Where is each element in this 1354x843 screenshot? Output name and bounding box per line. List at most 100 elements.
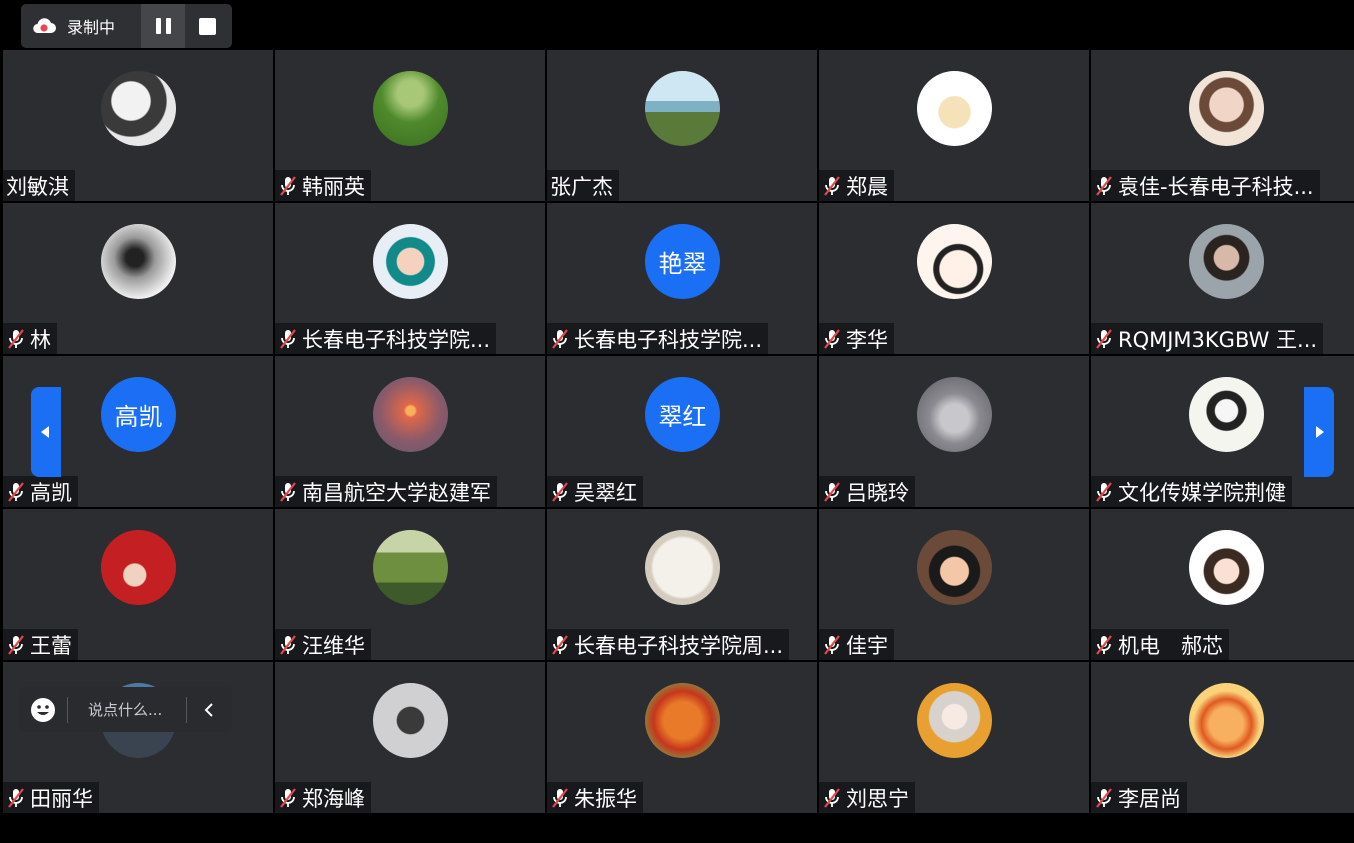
participant-tile[interactable]: 机电 郝芯 (1091, 509, 1354, 660)
avatar: 高凯 (101, 377, 176, 452)
participant-name: 王蕾 (30, 633, 72, 658)
name-tag: 汪维华 (275, 629, 371, 660)
participant-tile[interactable]: 朱振华 (547, 662, 817, 813)
avatar (373, 683, 448, 758)
name-tag: 长春电子科技学院周... (547, 629, 790, 660)
mic-muted-icon (5, 327, 27, 351)
avatar (917, 377, 992, 452)
participant-name: 长春电子科技学院... (302, 327, 491, 352)
name-tag: 刘思宁 (819, 782, 915, 813)
participant-tile[interactable]: 李居尚 (1091, 662, 1354, 813)
name-tag: 李华 (819, 323, 894, 354)
mic-muted-icon (1093, 480, 1115, 504)
participant-name: 南昌航空大学赵建军 (302, 480, 491, 505)
participant-name: 李居尚 (1118, 786, 1181, 811)
emoji-button[interactable] (19, 697, 67, 723)
avatar: 翠红 (645, 377, 720, 452)
participant-tile[interactable]: RQMJM3KGBW 王... (1091, 203, 1354, 354)
mic-muted-icon (1093, 174, 1115, 198)
participant-tile[interactable]: 林 (3, 203, 273, 354)
arrow-right-icon (1316, 426, 1324, 438)
participant-tile[interactable]: 长春电子科技学院周... (547, 509, 817, 660)
name-tag: 文化传媒学院荆健 (1091, 476, 1292, 507)
chat-input[interactable]: 说点什么... (68, 699, 186, 720)
participant-name: 韩丽英 (302, 174, 365, 199)
participant-tile[interactable]: 袁佳-长春电子科技... (1091, 50, 1354, 201)
participant-tile[interactable]: 李华 (819, 203, 1089, 354)
mic-muted-icon (1093, 633, 1115, 657)
participant-tile[interactable]: 韩丽英 (275, 50, 545, 201)
avatar (645, 530, 720, 605)
mic-muted-icon (549, 633, 571, 657)
next-page-button[interactable] (1304, 387, 1334, 477)
participant-tile[interactable]: 翠红 吴翠红 (547, 356, 817, 507)
participant-tile[interactable]: 王蕾 (3, 509, 273, 660)
participant-tile[interactable]: 刘思宁 (819, 662, 1089, 813)
participant-name: 郑海峰 (302, 786, 365, 811)
chat-bar: 说点什么... (19, 687, 232, 732)
mic-muted-icon (5, 480, 27, 504)
participant-tile[interactable]: 吕晓玲 (819, 356, 1089, 507)
participant-name: 刘思宁 (846, 786, 909, 811)
name-tag: RQMJM3KGBW 王... (1091, 323, 1324, 354)
name-tag: 郑晨 (819, 170, 894, 201)
avatar (373, 530, 448, 605)
name-tag: 刘敏淇 (3, 170, 75, 201)
avatar (101, 71, 176, 146)
participant-name: 机电 郝芯 (1118, 633, 1223, 658)
recording-status: 录制中 (67, 18, 116, 37)
mic-muted-icon (821, 174, 843, 198)
participant-tile[interactable]: 佳宇 (819, 509, 1089, 660)
participant-tile[interactable]: 汪维华 (275, 509, 545, 660)
stop-icon (198, 17, 216, 35)
avatar (1189, 683, 1264, 758)
participant-tile[interactable]: 南昌航空大学赵建军 (275, 356, 545, 507)
mic-muted-icon (821, 327, 843, 351)
participant-tile[interactable]: 郑晨 (819, 50, 1089, 201)
participant-name: 林 (30, 327, 51, 352)
mic-muted-icon (277, 327, 299, 351)
name-tag: 张广杰 (547, 170, 619, 201)
participant-tile[interactable]: 艳翠 长春电子科技学院... (547, 203, 817, 354)
participant-name: 佳宇 (846, 633, 888, 658)
avatar (917, 530, 992, 605)
name-tag: 南昌航空大学赵建军 (275, 476, 497, 507)
participant-tile[interactable]: 长春电子科技学院... (275, 203, 545, 354)
avatar (101, 224, 176, 299)
participant-tile[interactable]: 郑海峰 (275, 662, 545, 813)
mic-muted-icon (277, 174, 299, 198)
name-tag: 长春电子科技学院... (275, 323, 497, 354)
recording-bar: 录制中 (21, 4, 232, 48)
collapse-chat-button[interactable] (187, 702, 231, 718)
stop-recording-button[interactable] (185, 4, 229, 48)
mic-muted-icon (1093, 327, 1115, 351)
participant-tile[interactable]: 张广杰 (547, 50, 817, 201)
avatar (917, 71, 992, 146)
avatar (1189, 377, 1264, 452)
avatar (645, 683, 720, 758)
participant-name: 长春电子科技学院周... (574, 633, 784, 658)
participant-name: 吴翠红 (574, 480, 637, 505)
avatar (373, 377, 448, 452)
emoji-icon (31, 697, 55, 722)
participant-tile[interactable]: 刘敏淇 (3, 50, 273, 201)
mic-muted-icon (277, 480, 299, 504)
arrow-left-icon (41, 426, 49, 438)
participant-name: 袁佳-长春电子科技... (1118, 174, 1314, 199)
pause-recording-button[interactable] (141, 4, 185, 48)
mic-muted-icon (821, 633, 843, 657)
mic-muted-icon (821, 480, 843, 504)
name-tag: 韩丽英 (275, 170, 371, 201)
avatar (1189, 530, 1264, 605)
prev-page-button[interactable] (31, 387, 61, 477)
avatar (917, 224, 992, 299)
participant-name: 刘敏淇 (6, 174, 69, 199)
name-tag: 林 (3, 323, 57, 354)
participant-tile[interactable]: 田丽华 (3, 662, 273, 813)
name-tag: 郑海峰 (275, 782, 371, 813)
name-tag: 王蕾 (3, 629, 78, 660)
participant-name: 郑晨 (846, 174, 888, 199)
avatar (1189, 224, 1264, 299)
participant-name: 李华 (846, 327, 888, 352)
avatar (645, 71, 720, 146)
